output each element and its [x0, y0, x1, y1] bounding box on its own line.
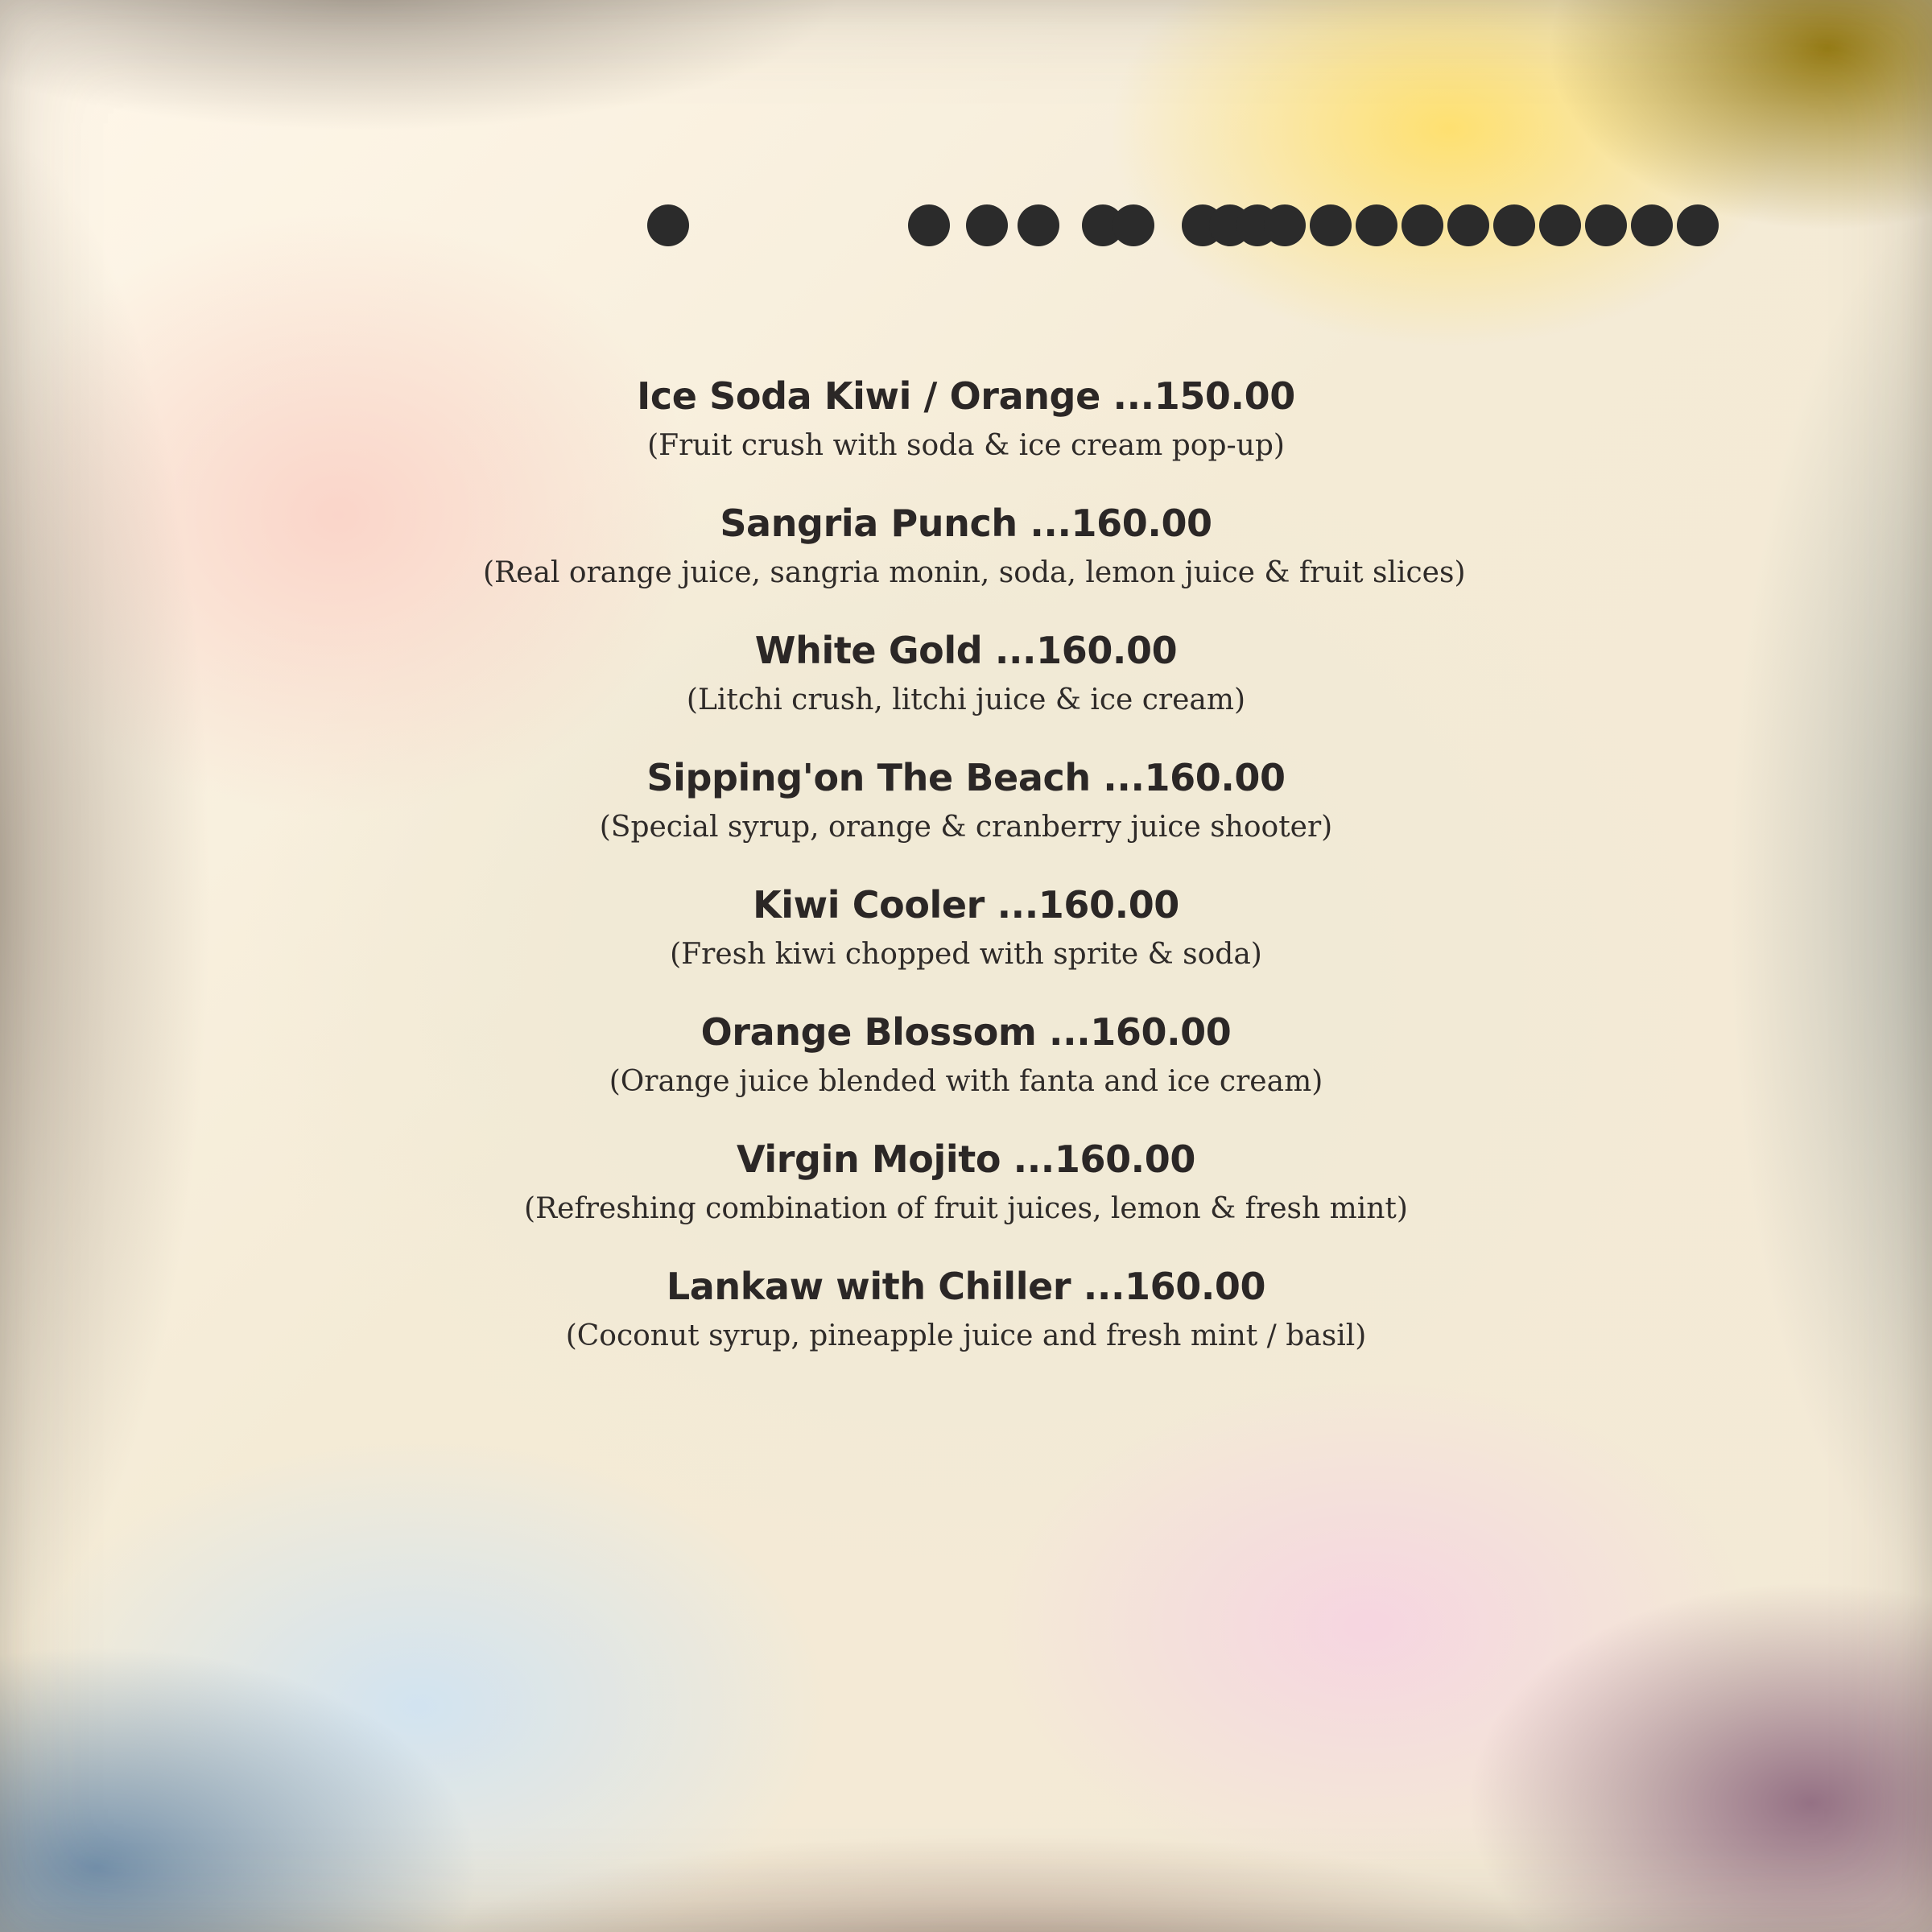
menu-item-sangria-punch: Sangria Punch ...160.00 (Real orange jui… [483, 501, 1466, 589]
dot-11 [1310, 204, 1352, 246]
dot-13 [1402, 204, 1443, 246]
dot-15 [1493, 204, 1535, 246]
dot-19 [1677, 204, 1719, 246]
dot-18 [1631, 204, 1673, 246]
menu-item-sipping-on-the-beach: Sipping'on The Beach ...160.00 (Special … [483, 758, 1449, 844]
menu-item-white-gold: White Gold ...160.00 (Litchi crush, litc… [483, 628, 1449, 716]
dot-14 [1447, 204, 1489, 246]
menu-item-kiwi-cooler: Kiwi Cooler ...160.00 (Fresh kiwi choppe… [483, 882, 1449, 971]
dot-1 [647, 204, 689, 246]
menu-item-name: White Gold ...160.00 [754, 628, 1178, 672]
dot-16 [1539, 204, 1581, 246]
dot-10 [1264, 204, 1306, 246]
menu-item-virgin-mojito: Virgin Mojito ...160.00 (Refreshing comb… [483, 1137, 1449, 1225]
menu-item-ice-soda-kiwi-orange: Ice Soda Kiwi / Orange ...150.00 (Fruit … [483, 374, 1449, 462]
menu-item-description: (Real orange juice, sangria monin, soda,… [483, 555, 1466, 589]
decorative-dot-row [0, 0, 1932, 258]
dot-6 [1113, 204, 1154, 246]
dot-12 [1356, 204, 1397, 246]
menu-item-name: Sangria Punch ...160.00 [720, 501, 1212, 545]
dot-17 [1585, 204, 1627, 246]
menu-item-description: (Litchi crush, litchi juice & ice cream) [686, 683, 1246, 716]
dot-2 [908, 204, 950, 246]
menu-item-description: (Fresh kiwi chopped with sprite & soda) [670, 937, 1262, 971]
menu-item-name: Orange Blossom ...160.00 [700, 1009, 1232, 1054]
menu-item-description: (Refreshing combination of fruit juices,… [524, 1191, 1408, 1225]
menu-item-description: (Special syrup, orange & cranberry juice… [599, 810, 1333, 844]
menu-item-name: Lankaw with Chiller ...160.00 [666, 1264, 1266, 1308]
menu-item-description: (Orange juice blended with fanta and ice… [609, 1064, 1323, 1098]
menu-item-name: Virgin Mojito ...160.00 [737, 1137, 1195, 1181]
menu-item-orange-blossom: Orange Blossom ...160.00 (Orange juice b… [483, 1009, 1449, 1098]
menu-item-name: Ice Soda Kiwi / Orange ...150.00 [637, 374, 1295, 418]
dot-3 [966, 204, 1008, 246]
menu-item-description: (Fruit crush with soda & ice cream pop-u… [647, 428, 1285, 462]
dot-4 [1018, 204, 1059, 246]
menu-item-name: Sipping'on The Beach ...160.00 [646, 755, 1286, 799]
menu-item-name: Kiwi Cooler ...160.00 [753, 882, 1179, 927]
menu-item-lankaw-with-chiller: Lankaw with Chiller ...160.00 (Coconut s… [483, 1264, 1449, 1352]
drinks-menu: Ice Soda Kiwi / Orange ...150.00 (Fruit … [483, 374, 1466, 1352]
menu-item-description: (Coconut syrup, pineapple juice and fres… [565, 1319, 1367, 1352]
